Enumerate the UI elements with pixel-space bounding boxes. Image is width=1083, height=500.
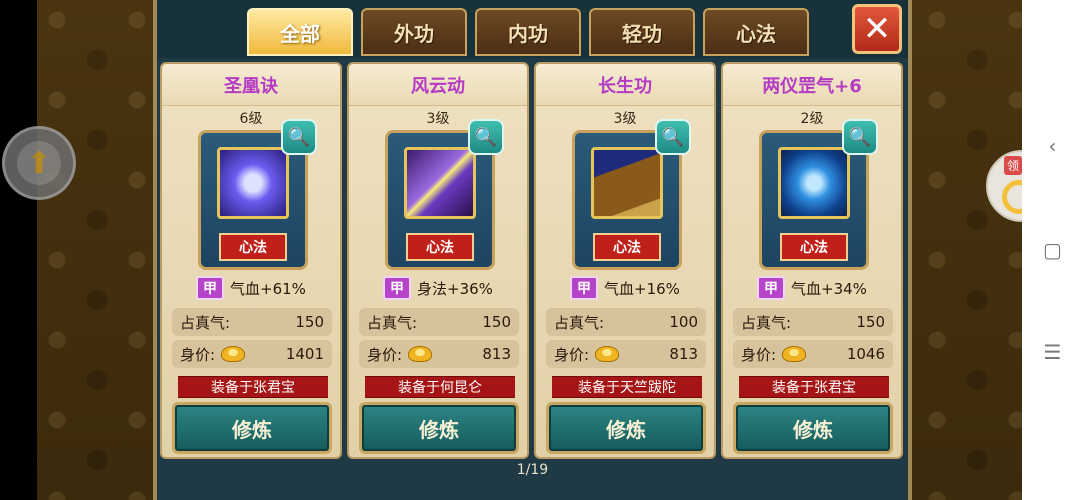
grade-badge: 甲	[570, 276, 599, 300]
skill-icon-frame: 🔍 心法	[759, 119, 878, 270]
floating-menu-button[interactable]: ⬆	[2, 126, 76, 200]
stat-text: 气血+34%	[791, 279, 867, 298]
price-row: 身价: 1046	[733, 340, 893, 368]
skill-icon	[778, 147, 850, 219]
tab-mind-method[interactable]: 心法	[703, 8, 809, 56]
system-nav-bar: ‹ ▢ ☰	[1022, 0, 1083, 500]
zhenqi-value: 150	[295, 313, 324, 331]
stat-text: 气血+61%	[230, 279, 306, 298]
close-icon: ✕	[862, 9, 892, 49]
skill-name: 风云动	[349, 64, 527, 106]
zhenqi-label: 占真气:	[367, 313, 418, 332]
skill-card[interactable]: 长生功 3级 🔍 心法 甲 气血+16% 占真气: 100 身价: 813 装备…	[534, 62, 716, 459]
tab-lightness[interactable]: 轻功	[589, 8, 695, 56]
home-icon[interactable]: ▢	[1022, 238, 1083, 262]
tab-internal[interactable]: 内功	[475, 8, 581, 56]
gold-ingot-icon	[595, 346, 620, 362]
grade-badge: 甲	[196, 276, 225, 300]
train-button[interactable]: 修炼	[733, 402, 893, 454]
skill-icon-frame: 🔍 心法	[385, 119, 504, 270]
rocket-icon: ⬆	[26, 145, 52, 181]
equipped-label: 装备于何昆仑	[365, 376, 515, 398]
zhenqi-value: 150	[856, 313, 885, 331]
price-value: 813	[482, 345, 511, 363]
magnifier-icon[interactable]: 🔍	[842, 119, 878, 155]
zhenqi-label: 占真气:	[180, 313, 231, 332]
reward-tag: 领	[1004, 156, 1023, 175]
tab-bar: 全部 外功 内功 轻功 心法 ✕	[157, 0, 908, 58]
close-button[interactable]: ✕	[852, 4, 902, 54]
price-value: 813	[669, 345, 698, 363]
skill-icon	[217, 147, 289, 219]
train-button[interactable]: 修炼	[172, 402, 332, 454]
price-label: 身价:	[180, 345, 216, 364]
price-row: 身价: 813	[359, 340, 519, 368]
zhenqi-row: 占真气: 100	[546, 308, 706, 336]
skill-stat: 甲 身法+36%	[349, 276, 527, 300]
magnifier-icon[interactable]: 🔍	[281, 119, 317, 155]
price-value: 1401	[285, 345, 324, 363]
magnifier-icon[interactable]: 🔍	[655, 119, 691, 155]
zhenqi-label: 占真气:	[741, 313, 792, 332]
page-indicator: 1/19	[516, 462, 549, 478]
skill-card[interactable]: 圣凰诀 6级 🔍 心法 甲 气血+61% 占真气: 150 身价: 1401 装…	[160, 62, 342, 459]
menu-icon[interactable]: ☰	[1022, 340, 1083, 364]
tab-external[interactable]: 外功	[361, 8, 467, 56]
price-label: 身价:	[741, 345, 777, 364]
stat-text: 气血+16%	[604, 279, 680, 298]
zhenqi-row: 占真气: 150	[359, 308, 519, 336]
skill-type-tag: 心法	[780, 233, 848, 261]
zhenqi-row: 占真气: 150	[172, 308, 332, 336]
zhenqi-row: 占真气: 150	[733, 308, 893, 336]
skill-icon	[404, 147, 476, 219]
skill-card[interactable]: 风云动 3级 🔍 心法 甲 身法+36% 占真气: 150 身价: 813 装备…	[347, 62, 529, 459]
zhenqi-value: 100	[669, 313, 698, 331]
skill-icon-frame: 🔍 心法	[198, 119, 317, 270]
magnifier-icon[interactable]: 🔍	[468, 119, 504, 155]
skill-stat: 甲 气血+34%	[723, 276, 901, 300]
equipped-label: 装备于天竺跋陀	[552, 376, 702, 398]
skill-type-tag: 心法	[593, 233, 661, 261]
skill-type-tag: 心法	[406, 233, 474, 261]
tab-all[interactable]: 全部	[247, 8, 353, 56]
price-row: 身价: 813	[546, 340, 706, 368]
price-label: 身价:	[554, 345, 590, 364]
skill-icon-frame: 🔍 心法	[572, 119, 691, 270]
zhenqi-label: 占真气:	[554, 313, 605, 332]
skill-card[interactable]: 两仪罡气+6 2级 🔍 心法 甲 气血+34% 占真气: 150 身价: 104…	[721, 62, 903, 459]
skill-name: 长生功	[536, 64, 714, 106]
train-button[interactable]: 修炼	[359, 402, 519, 454]
train-button[interactable]: 修炼	[546, 402, 706, 454]
skill-name: 两仪罡气+6	[723, 64, 901, 106]
skill-name: 圣凰诀	[162, 64, 340, 106]
gold-ingot-icon	[408, 346, 433, 362]
price-label: 身价:	[367, 345, 403, 364]
skill-icon	[591, 147, 663, 219]
grade-badge: 甲	[757, 276, 786, 300]
gold-ingot-icon	[221, 346, 246, 362]
back-icon[interactable]: ‹	[1022, 134, 1083, 158]
gold-ingot-icon	[782, 346, 807, 362]
martial-arts-panel: 全部 外功 内功 轻功 心法 ✕ 圣凰诀 6级 🔍 心法 甲 气血+61% 占真…	[153, 0, 912, 500]
zhenqi-value: 150	[482, 313, 511, 331]
skill-type-tag: 心法	[219, 233, 287, 261]
equipped-label: 装备于张君宝	[178, 376, 328, 398]
skill-stat: 甲 气血+61%	[162, 276, 340, 300]
price-value: 1046	[846, 345, 885, 363]
grade-badge: 甲	[383, 276, 412, 300]
price-row: 身价: 1401	[172, 340, 332, 368]
equipped-label: 装备于张君宝	[739, 376, 889, 398]
skill-stat: 甲 气血+16%	[536, 276, 714, 300]
stat-text: 身法+36%	[417, 279, 493, 298]
